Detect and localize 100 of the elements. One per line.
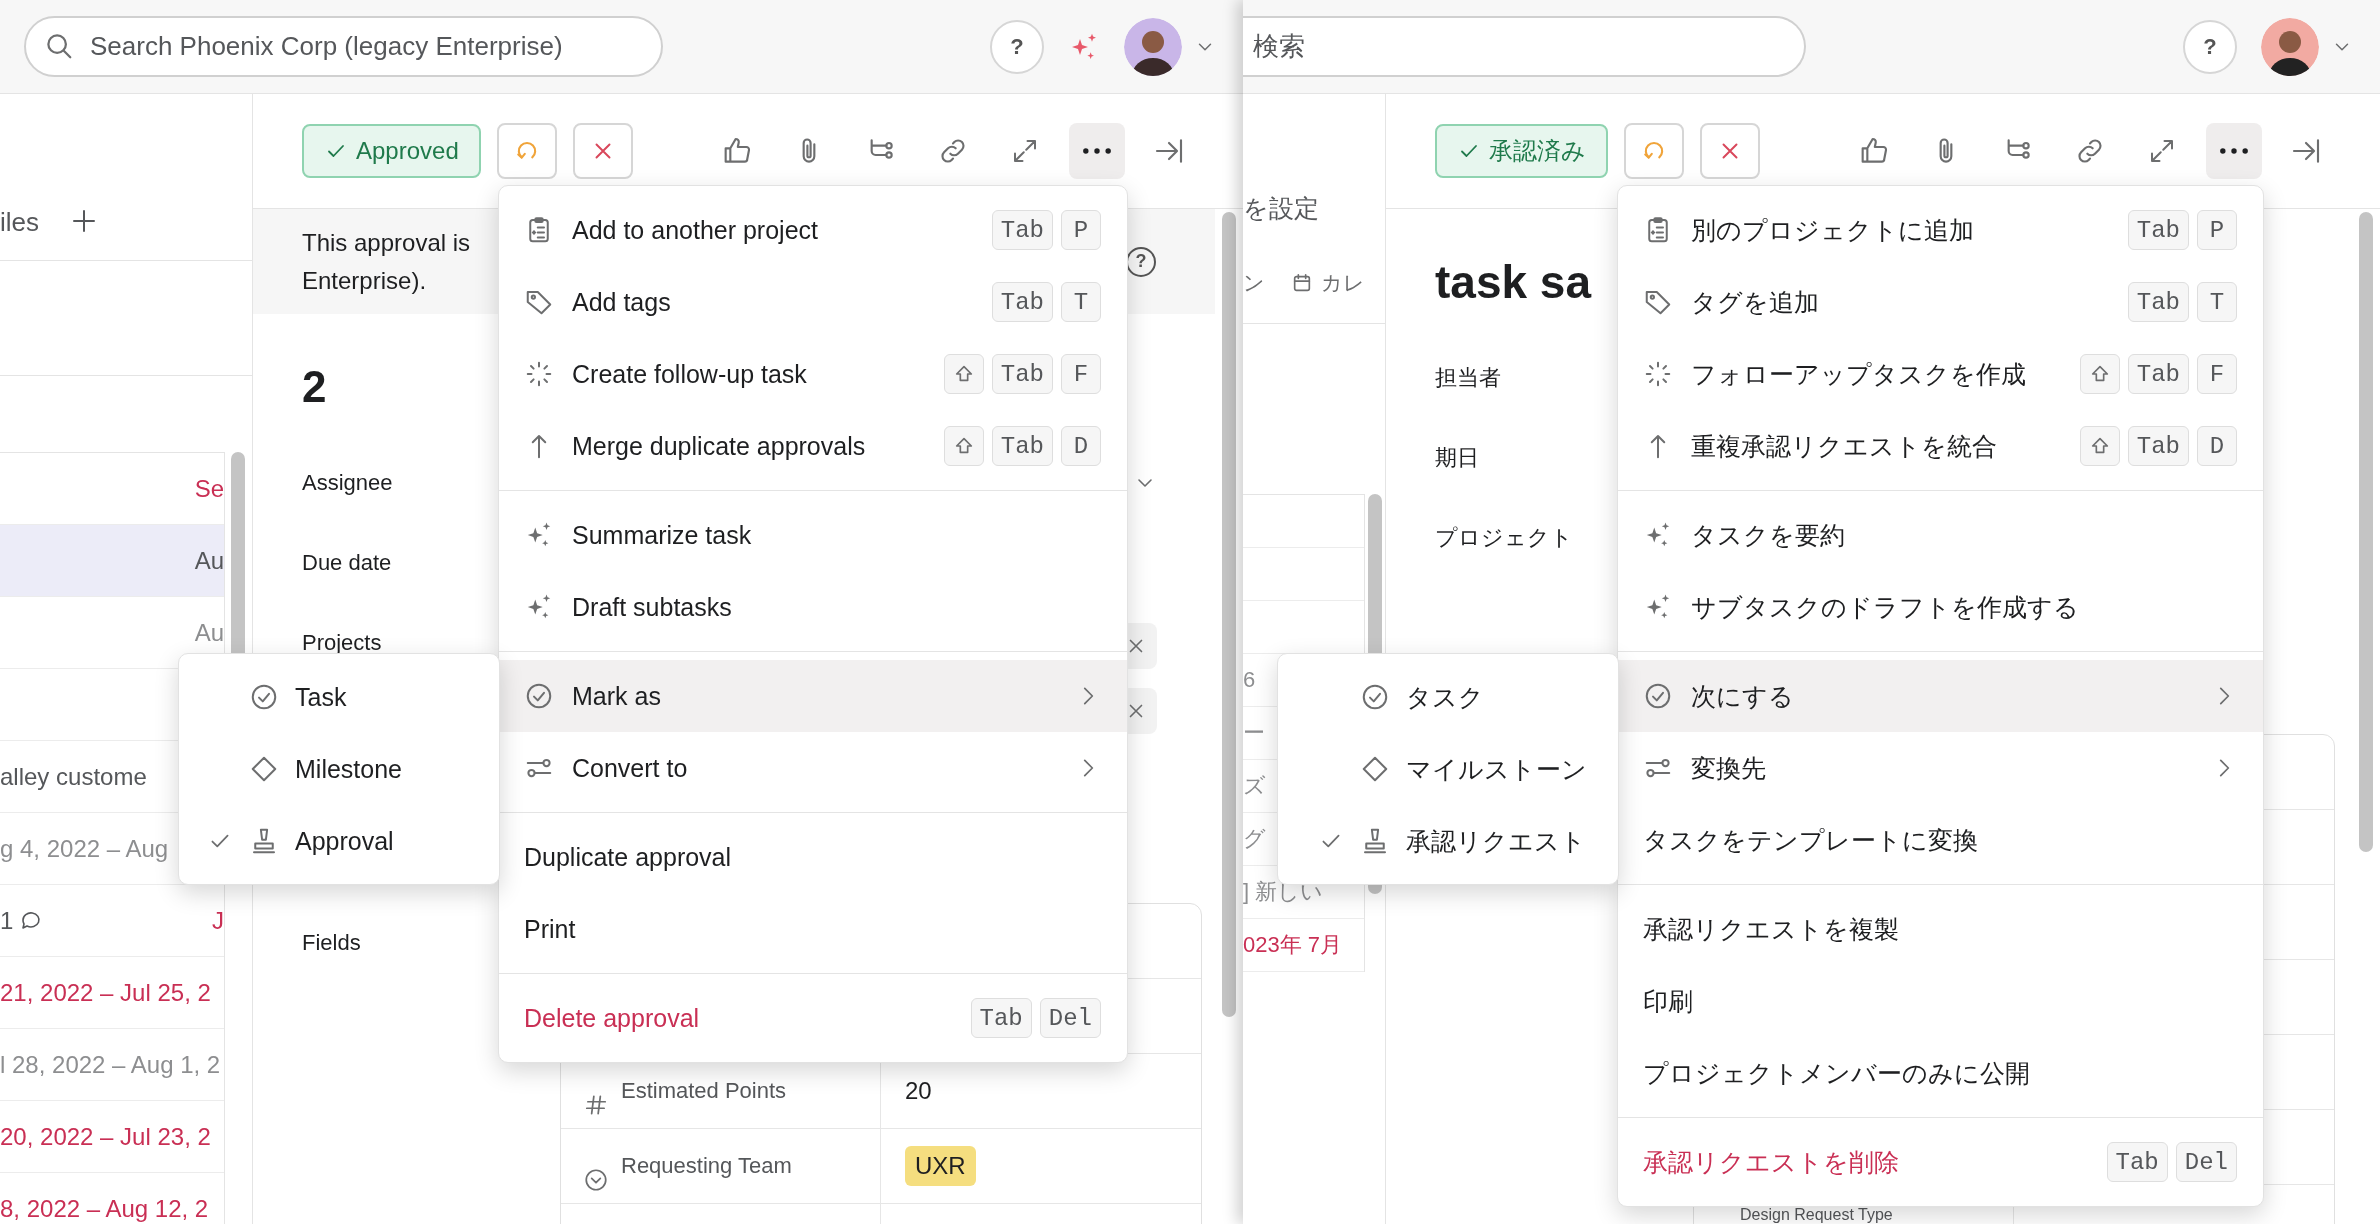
menu-item[interactable]: Add tags Tab T <box>499 266 1127 338</box>
reject-button[interactable] <box>1700 123 1760 179</box>
check-circle-icon <box>249 682 279 712</box>
help-button[interactable]: ? <box>990 19 1044 74</box>
shortcut-key: Tab <box>991 354 1053 394</box>
menu-item[interactable]: フォローアップタスクを作成 Tab F <box>1618 338 2263 410</box>
due-date: Au <box>194 618 224 647</box>
more-icon <box>2219 147 2249 155</box>
menu-item[interactable]: 別のプロジェクトに追加 Tab P <box>1618 194 2263 266</box>
field-label: 担当者 <box>1435 364 1501 392</box>
shortcut-key: D <box>1061 426 1101 466</box>
avatar[interactable] <box>2261 17 2319 76</box>
task-row[interactable]: 023年 7月 <box>1243 919 1364 972</box>
menu-item[interactable]: Print <box>499 893 1127 965</box>
more-button[interactable] <box>2206 123 2262 179</box>
menu-item[interactable]: サブタスクのドラフトを作成する <box>1618 571 2263 643</box>
section-title: iles <box>0 207 39 238</box>
search-field[interactable]: 検索 <box>1243 16 1806 77</box>
approval-status-button[interactable]: 承認済み <box>1435 124 1608 178</box>
menu-item[interactable]: 印刷 <box>1618 965 2263 1037</box>
menu-item[interactable]: プロジェクトメンバーのみに公開 <box>1618 1037 2263 1109</box>
more-button[interactable] <box>1069 123 1125 179</box>
view-tab[interactable]: カレ <box>1291 268 1365 297</box>
check-circle-icon <box>524 681 554 711</box>
shortcut-key: Tab <box>991 210 1053 250</box>
submenu-item[interactable]: マイルストーン <box>1278 733 1618 805</box>
task-name: グ <box>1243 825 1266 853</box>
task-row[interactable]: Au <box>0 525 224 597</box>
search-icon <box>44 31 74 61</box>
field-label: Due date <box>302 549 392 577</box>
date-range: 20, 2022 – Jul 23, 2 <box>0 1122 211 1151</box>
scrollbar[interactable] <box>1222 212 1236 1017</box>
menu-item[interactable]: Delete approval Tab Del <box>499 982 1127 1054</box>
shortcut-key: D <box>2197 426 2237 466</box>
menu-item[interactable]: Convert to <box>499 732 1127 804</box>
shortcut-key: Tab <box>970 998 1032 1038</box>
menu-item[interactable]: 変換先 <box>1618 732 2263 804</box>
menu-item[interactable]: Duplicate approval <box>499 821 1127 893</box>
menu-item[interactable]: タグを追加 Tab T <box>1618 266 2263 338</box>
task-title: task sa <box>1435 254 1591 309</box>
shortcut-key: Tab <box>2127 210 2189 250</box>
date-range: g 4, 2022 – Aug <box>0 834 169 863</box>
field-label: Fields <box>302 930 361 955</box>
menu-item[interactable]: Add to another project Tab P <box>499 194 1127 266</box>
check-circle-icon <box>1643 681 1673 711</box>
more-icon <box>1082 147 1112 155</box>
menu-item[interactable]: Summarize task <box>499 499 1127 571</box>
field-label: プロジェクト <box>1435 524 1573 552</box>
menu-item[interactable]: 承認リクエストを複製 <box>1618 893 2263 965</box>
due-date: Se <box>194 474 224 503</box>
date-range: 6 <box>1243 667 1256 693</box>
shortcut-key: F <box>1061 354 1101 394</box>
date-range: 023年 7月 <box>1243 931 1343 959</box>
due-date: J <box>212 906 224 935</box>
field-name: Requesting Team <box>621 1153 792 1179</box>
shortcut-key: Tab <box>2127 354 2189 394</box>
help-button[interactable]: ? <box>2183 19 2237 74</box>
menu-item[interactable]: タスクをテンプレートに変換 <box>1618 804 2263 876</box>
shortcut-key: T <box>2197 282 2237 322</box>
date-range: ー <box>1243 719 1265 747</box>
avatar[interactable] <box>1124 17 1182 76</box>
section-title: を設定 <box>1243 193 1320 224</box>
shortcut-key: Del <box>2175 1142 2237 1182</box>
field-name: Design Request Type <box>1740 1206 1893 1223</box>
menu-item[interactable]: Merge duplicate approvals Tab D <box>499 410 1127 482</box>
search-field[interactable]: Search Phoenix Corp (legacy Enterprise) <box>24 16 663 77</box>
task-name: alley custome <box>0 762 147 791</box>
menu-item[interactable]: Create follow-up task Tab F <box>499 338 1127 410</box>
date-range: 8, 2022 – Aug 12, 2 <box>0 1194 209 1223</box>
shortcut-key: Tab <box>2127 426 2189 466</box>
field-label: 期日 <box>1435 444 1479 472</box>
task-name: ズ <box>1243 772 1266 800</box>
reject-button[interactable] <box>572 123 633 179</box>
menu-item[interactable]: 次にする <box>1618 660 2263 732</box>
menu-item[interactable]: 重複承認リクエストを統合 Tab D <box>1618 410 2263 482</box>
view-tab[interactable]: ン <box>1243 268 1265 297</box>
menu-item[interactable]: Draft subtasks <box>499 571 1127 643</box>
task-row[interactable]: 8, 2022 – Aug 12, 2 <box>0 1173 224 1224</box>
shortcut-key: P <box>2197 210 2237 250</box>
diamond-icon <box>249 754 279 784</box>
date-range: 21, 2022 – Jul 25, 2 <box>0 978 211 1007</box>
field-name: Estimated Points <box>621 1078 787 1104</box>
approval-status-button[interactable]: Approved <box>302 124 481 178</box>
shortcut-key: T <box>1061 282 1101 322</box>
shortcut-key: Tab <box>2106 1142 2168 1182</box>
menu-item[interactable]: タスクを要約 <box>1618 499 2263 571</box>
submenu-item[interactable]: タスク <box>1278 661 1618 733</box>
task-row[interactable]: 21, 2022 – Jul 25, 2 <box>0 957 224 1029</box>
due-date: Au <box>194 546 224 575</box>
banner-text: This approval is Enterprise). <box>302 227 471 296</box>
menu-item[interactable]: 承認リクエストを削除 Tab Del <box>1618 1126 2263 1198</box>
shortcut-key: Tab <box>2127 282 2189 322</box>
tag[interactable]: UXR <box>905 1146 976 1186</box>
check-circle-icon <box>1360 682 1390 712</box>
menu-item[interactable]: Mark as <box>499 660 1127 732</box>
scrollbar[interactable] <box>2359 212 2373 852</box>
task-title: 2 <box>302 361 327 412</box>
comment-count: 1 <box>0 906 14 935</box>
calendar-icon <box>1291 271 1313 294</box>
task-row[interactable]: 20, 2022 – Jul 23, 2 <box>0 1101 224 1173</box>
